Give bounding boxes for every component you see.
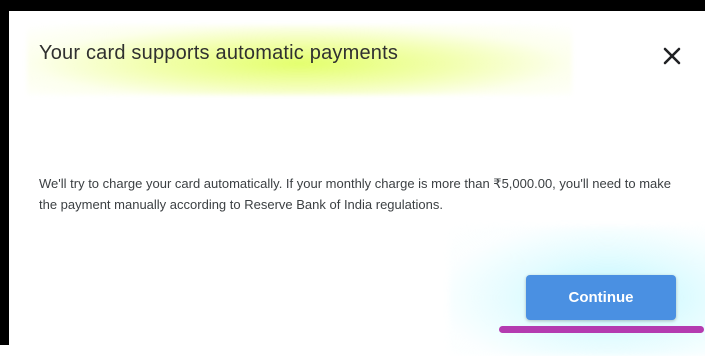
underline-annotation [499,326,704,333]
dialog-title: Your card supports automatic payments [39,42,399,64]
close-icon [663,47,681,65]
payment-dialog: Your card supports automatic payments We… [9,11,705,356]
continue-button[interactable]: Continue [526,275,676,320]
dialog-message: We'll try to charge your card automatica… [39,176,672,212]
close-button[interactable] [658,42,686,70]
